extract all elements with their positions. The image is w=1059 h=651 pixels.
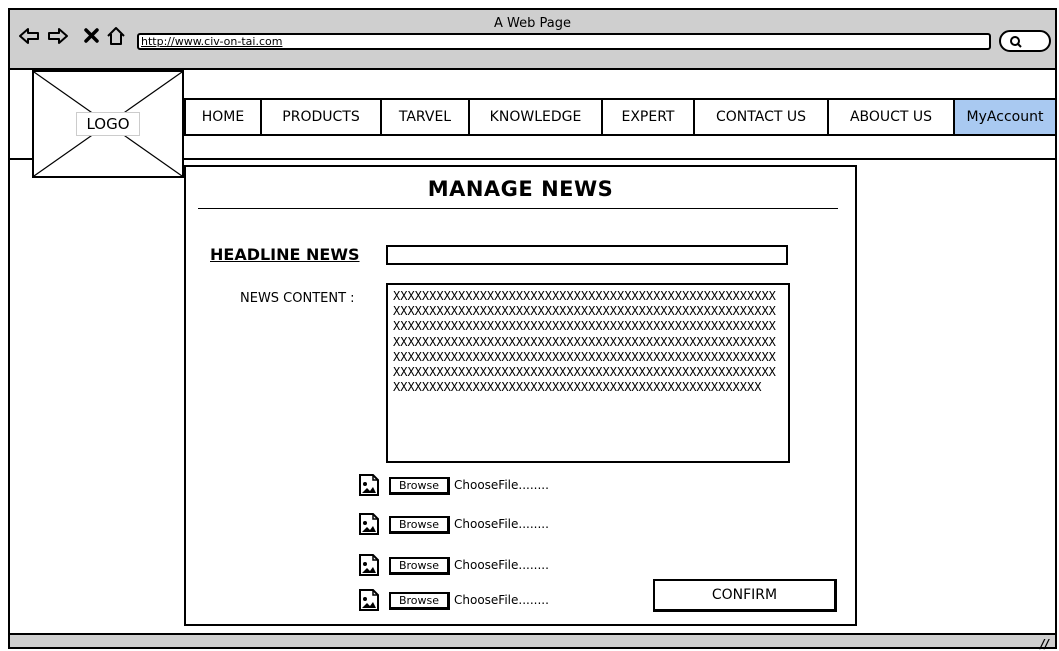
header-divider [184, 158, 1057, 160]
logo-placeholder: LOGO [32, 70, 184, 178]
image-file-icon [359, 554, 379, 576]
page-title: MANAGE NEWS [427, 177, 614, 201]
home-icon[interactable] [105, 26, 127, 46]
confirm-button[interactable]: CONFIRM [653, 579, 837, 612]
nav-my-account[interactable]: MyAccount [955, 100, 1055, 134]
image-file-icon [359, 474, 379, 496]
back-icon[interactable] [18, 26, 40, 46]
nav-contact-us[interactable]: CONTACT US [695, 100, 829, 134]
manage-news-panel: MANAGE NEWS HEADLINE NEWS NEWS CONTENT :… [184, 165, 857, 626]
news-content-label: NEWS CONTENT : [240, 291, 355, 306]
news-content-textarea[interactable]: XXXXXXXXXXXXXXXXXXXXXXXXXXXXXXXXXXXXXXXX… [386, 283, 790, 463]
headline-input[interactable] [386, 245, 788, 265]
search-button[interactable] [999, 30, 1051, 52]
browse-button[interactable]: Browse [389, 477, 450, 495]
nav-home[interactable]: HOME [186, 100, 262, 134]
title-divider [198, 208, 838, 209]
search-icon [1010, 36, 1022, 48]
image-file-icon [359, 513, 379, 535]
resize-grip-icon[interactable]: // [1040, 637, 1049, 651]
address-bar[interactable]: http://www.civ-on-tai.com [137, 33, 991, 50]
main-navigation: HOME PRODUCTS TARVEL KNOWLEDGE EXPERT CO… [184, 98, 1057, 136]
headline-label: HEADLINE NEWS [210, 245, 360, 264]
nav-products[interactable]: PRODUCTS [262, 100, 382, 134]
browser-statusbar: // [10, 633, 1055, 651]
choose-file-label: ChooseFile........ [454, 593, 549, 607]
browse-button[interactable]: Browse [389, 516, 450, 534]
window-title: A Web Page [494, 16, 571, 31]
choose-file-label: ChooseFile........ [454, 558, 549, 572]
forward-icon[interactable] [47, 26, 69, 46]
nav-knowledge[interactable]: KNOWLEDGE [470, 100, 603, 134]
nav-about-us[interactable]: ABOUCT US [829, 100, 955, 134]
choose-file-label: ChooseFile........ [454, 517, 549, 531]
nav-expert[interactable]: EXPERT [603, 100, 695, 134]
browse-button[interactable]: Browse [389, 592, 450, 610]
close-icon[interactable] [81, 26, 103, 46]
header-divider-left [10, 158, 32, 160]
image-file-icon [359, 589, 379, 611]
browse-button[interactable]: Browse [389, 557, 450, 575]
choose-file-label: ChooseFile........ [454, 478, 549, 492]
nav-tarvel[interactable]: TARVEL [382, 100, 470, 134]
logo-label: LOGO [76, 112, 140, 136]
